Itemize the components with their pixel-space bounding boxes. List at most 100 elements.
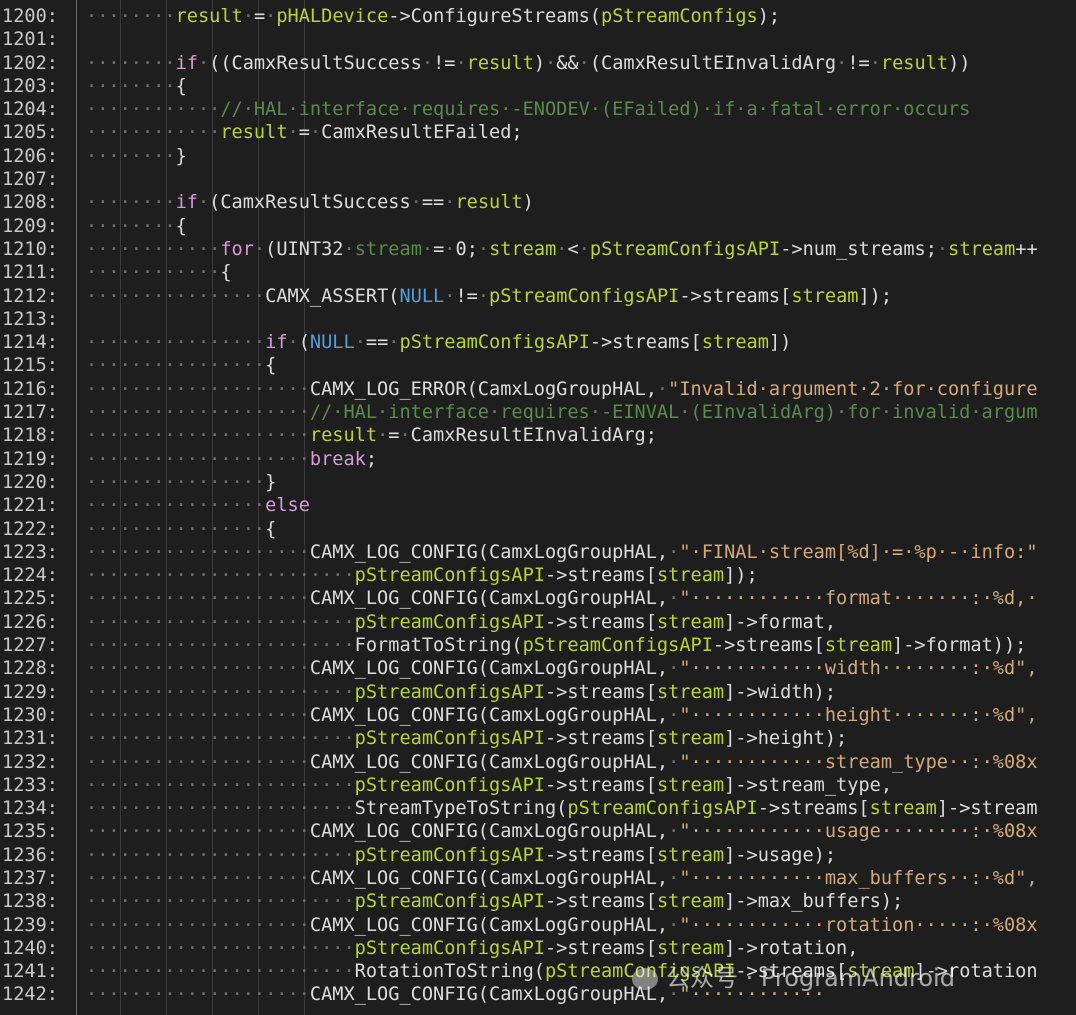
line-number: 1214:	[2, 332, 58, 354]
code-token: ·	[455, 52, 467, 74]
code-token: ->num_streams;	[780, 238, 937, 260]
line-code: ········if·(CamxResultSuccess·==·result)	[86, 191, 534, 214]
code-token: ))	[948, 52, 971, 74]
line-code: ················{	[86, 354, 276, 377]
line-number: 1222:	[2, 518, 58, 540]
code-token: "············stream_type··:·%08x	[679, 751, 1038, 773]
code-token: if	[175, 52, 198, 74]
code-token: pStreamConfigsAPI	[354, 611, 545, 633]
code-token: ·	[668, 658, 680, 680]
line-code: ············//·HAL·interface·requires·-E…	[86, 98, 970, 121]
line-number: 1232:	[2, 751, 58, 773]
code-line[interactable]: 1233: ························pStreamConf…	[0, 774, 1076, 797]
code-line[interactable]: 1202: ········if·((CamxResultSuccess·!=·r…	[0, 52, 1076, 75]
code-token: ·	[399, 425, 411, 447]
wechat-icon	[632, 968, 658, 990]
code-line[interactable]: 1227: ························FormatToStr…	[0, 634, 1076, 657]
code-line[interactable]: 1222: ················{	[0, 518, 1076, 541]
code-token: stream	[354, 238, 422, 260]
code-token: ]);	[858, 285, 893, 307]
code-token: ·	[343, 238, 355, 260]
code-line[interactable]: 1234: ························StreamTypeT…	[0, 797, 1076, 820]
code-token: ]->max_buffers);	[724, 891, 904, 913]
code-line[interactable]: 1235: ····················CAMX_LOG_CONFIG…	[0, 820, 1076, 843]
code-line[interactable]: 1237: ····················CAMX_LOG_CONFIG…	[0, 867, 1076, 890]
code-line[interactable]: 1205: ············result·=·CamxResultEFai…	[0, 121, 1076, 144]
code-line[interactable]: 1216: ····················CAMX_LOG_ERROR(…	[0, 378, 1076, 401]
line-number: 1235:	[2, 821, 58, 843]
code-line[interactable]: 1236: ························pStreamConf…	[0, 844, 1076, 867]
code-line[interactable]: 1238: ························pStreamConf…	[0, 890, 1076, 913]
code-line[interactable]: 1208: ········if·(CamxResultSuccess·==·re…	[0, 191, 1076, 214]
code-line[interactable]: 1228: ····················CAMX_LOG_CONFIG…	[0, 657, 1076, 680]
code-line[interactable]: 1240: ························pStreamConf…	[0, 937, 1076, 960]
code-line[interactable]: 1210: ············for·(UINT32·stream·=·0;…	[0, 238, 1076, 261]
code-editor[interactable]: 1200: ········result·=·pHALDevice->Config…	[0, 0, 1076, 1015]
code-line[interactable]: 1220: ················}	[0, 471, 1076, 494]
code-token: ·	[668, 751, 680, 773]
code-line[interactable]: 1207:	[0, 168, 1076, 191]
line-code: ················}	[86, 471, 276, 494]
code-line[interactable]: 1229: ························pStreamConf…	[0, 681, 1076, 704]
code-line[interactable]: 1219: ····················break;	[0, 448, 1076, 471]
line-number: 1217:	[2, 402, 58, 424]
line-number: 1237:	[2, 867, 58, 889]
code-token: ····················	[86, 658, 310, 680]
code-token: ················	[86, 332, 266, 354]
code-token: ;	[365, 448, 378, 470]
line-code: ····················CAMX_LOG_CONFIG(Camx…	[86, 751, 1038, 774]
line-number: 1213:	[2, 308, 58, 330]
code-line[interactable]: 1218: ····················result·=·CamxRe…	[0, 424, 1076, 447]
code-token: ]->stream_type,	[724, 774, 893, 796]
code-token: pStreamConfigsAPI	[399, 332, 590, 354]
code-line[interactable]: 1221: ················else	[0, 494, 1076, 517]
code-token: ((CamxResultSuccess	[209, 52, 422, 74]
code-token: ·	[668, 704, 680, 726]
code-token: ->streams[	[544, 844, 657, 866]
code-token: break	[309, 448, 366, 470]
code-line[interactable]: 1224: ························pStreamConf…	[0, 564, 1076, 587]
code-line[interactable]: 1239: ····················CAMX_LOG_CONFIG…	[0, 914, 1076, 937]
code-token: CAMX_LOG_CONFIG(CamxLogGroupHAL,	[309, 658, 669, 680]
code-line[interactable]: 1201:	[0, 28, 1076, 51]
code-token: ········	[86, 145, 176, 167]
code-token: stream	[656, 611, 725, 633]
code-line[interactable]: 1203: ········{	[0, 75, 1076, 98]
line-number: 1212:	[2, 285, 58, 307]
code-line[interactable]: 1209: ········{	[0, 215, 1076, 238]
code-token: ····················	[86, 867, 310, 889]
code-token: CAMX_LOG_ERROR(CamxLogGroupHAL,	[309, 378, 657, 400]
code-line[interactable]: 1200: ········result·=·pHALDevice->Config…	[0, 5, 1076, 28]
code-line[interactable]: 1230: ····················CAMX_LOG_CONFIG…	[0, 704, 1076, 727]
code-line[interactable]: 1225: ····················CAMX_LOG_CONFIG…	[0, 587, 1076, 610]
code-line[interactable]: 1226: ························pStreamConf…	[0, 611, 1076, 634]
line-code: ························pStreamConfigsAP…	[86, 774, 892, 797]
code-token: ->ConfigureStreams(	[388, 6, 601, 27]
code-token: )	[533, 52, 546, 74]
code-line[interactable]: 1213:	[0, 308, 1076, 331]
code-line[interactable]: 1212: ················CAMX_ASSERT(NULL·!=…	[0, 285, 1076, 308]
code-line[interactable]: 1215: ················{	[0, 354, 1076, 377]
code-line[interactable]: 1223: ····················CAMX_LOG_CONFIG…	[0, 541, 1076, 564]
code-token: pStreamConfigsAPI	[567, 798, 758, 820]
code-line[interactable]: 1206: ········}	[0, 145, 1076, 168]
line-number: 1208:	[2, 192, 58, 214]
code-line[interactable]: 1211: ············{	[0, 261, 1076, 284]
code-token: ·	[253, 238, 266, 260]
line-number: 1205:	[2, 122, 58, 144]
code-line[interactable]: 1231: ························pStreamConf…	[0, 727, 1076, 750]
code-line[interactable]: 1232: ····················CAMX_LOG_CONFIG…	[0, 751, 1076, 774]
code-token: ················	[86, 471, 266, 493]
line-number: 1228:	[2, 658, 58, 680]
code-token: ++	[1015, 238, 1038, 260]
code-token: ->streams[	[589, 332, 702, 354]
code-token: ·	[836, 52, 848, 74]
code-line[interactable]: 1214: ················if·(NULL·==·pStream…	[0, 331, 1076, 354]
code-token: CAMX_LOG_CONFIG(CamxLogGroupHAL,	[309, 867, 669, 889]
code-token: ·	[444, 238, 456, 260]
code-line[interactable]: 1204: ············//·HAL·interface·requir…	[0, 98, 1076, 121]
code-token: }	[175, 145, 187, 167]
code-token: ->streams[	[544, 937, 657, 959]
code-token: ·	[477, 238, 490, 260]
code-line[interactable]: 1217: ····················//·HAL·interfac…	[0, 401, 1076, 424]
